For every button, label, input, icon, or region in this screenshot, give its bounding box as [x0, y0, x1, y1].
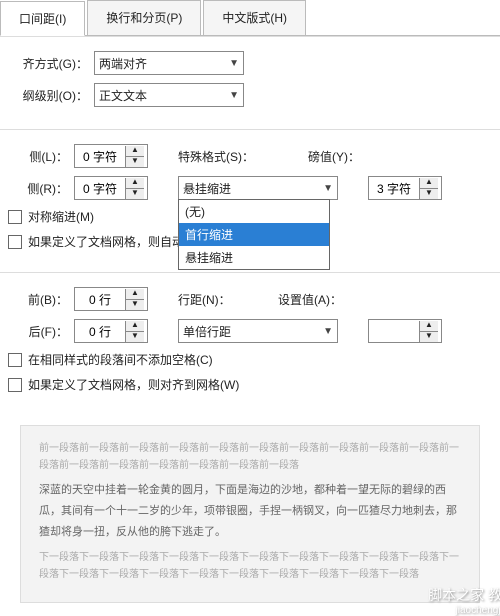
outline-level-value: 正文文本: [99, 87, 147, 104]
at-spinner[interactable]: ▲▼: [368, 319, 442, 343]
indent-left-input[interactable]: [75, 148, 125, 164]
before-spinner[interactable]: ▲▼: [74, 287, 148, 311]
preview-pane: 前一段落前一段落前一段落前一段落前一段落前一段落前一段落前一段落前一段落前一段落…: [20, 425, 480, 603]
tab-asian[interactable]: 中文版式(H): [203, 0, 306, 35]
mirror-checkbox[interactable]: [8, 210, 22, 224]
indent-left-spinner[interactable]: ▲▼: [74, 144, 148, 168]
spin-down-icon[interactable]: ▼: [420, 189, 438, 199]
tab-bar: 口间距(I) 换行和分页(P) 中文版式(H): [0, 0, 500, 36]
special-dropdown-list: (无) 首行缩进 悬挂缩进: [178, 199, 330, 270]
chevron-down-icon: ▼: [323, 183, 333, 194]
indent-left-label: 侧(L)：: [8, 148, 74, 165]
spacing-section: 前(B)： ▲▼ 行距(N)： 设置值(A)： 后(F)： ▲▼ 单倍行距 ▼: [0, 272, 500, 415]
spin-up-icon[interactable]: ▲: [126, 289, 144, 300]
spin-down-icon[interactable]: ▼: [420, 332, 438, 342]
special-value: 悬挂缩进: [183, 180, 231, 197]
after-label: 后(F)：: [8, 323, 74, 340]
special-label: 特殊格式(S)：: [178, 148, 278, 165]
general-section: 齐方式(G)： 两端对齐 ▼ 纲级别(O)： 正文文本 ▼: [0, 36, 500, 129]
before-input[interactable]: [75, 291, 125, 307]
spin-down-icon[interactable]: ▼: [126, 332, 144, 342]
line-spacing-label: 行距(N)：: [178, 291, 248, 308]
chevron-down-icon: ▼: [229, 58, 239, 69]
outline-level-select[interactable]: 正文文本 ▼: [94, 83, 244, 107]
mirror-label: 对称缩进(M): [28, 208, 94, 225]
special-option-none[interactable]: (无): [179, 200, 329, 223]
indent-right-spinner[interactable]: ▲▼: [74, 176, 148, 200]
spin-up-icon[interactable]: ▲: [126, 178, 144, 189]
spin-up-icon[interactable]: ▲: [420, 321, 438, 332]
watermark: 脚本之家 教程网 jiaochengjia.com: [0, 585, 500, 616]
at-label: 设置值(A)：: [278, 291, 358, 308]
preview-body-text: 深蓝的天空中挂着一轮金黄的圆月，下面是海边的沙地，都种着一望无际的碧绿的西瓜，其…: [39, 480, 461, 543]
spin-up-icon[interactable]: ▲: [126, 146, 144, 157]
spin-up-icon[interactable]: ▲: [420, 178, 438, 189]
alignment-label: 齐方式(G)：: [8, 55, 94, 72]
before-label: 前(B)：: [8, 291, 74, 308]
snap-grid-label: 如果定义了文档网格，则对齐到网格(W): [28, 376, 239, 393]
alignment-value: 两端对齐: [99, 55, 147, 72]
spin-down-icon[interactable]: ▼: [126, 300, 144, 310]
indentation-section: 侧(L)： ▲▼ 特殊格式(S)： 磅值(Y)： 侧(R)： ▲▼ 悬挂缩进 ▼: [0, 129, 500, 272]
special-option-first[interactable]: 首行缩进: [179, 223, 329, 246]
chevron-down-icon: ▼: [323, 326, 333, 337]
no-space-label: 在相同样式的段落间不添加空格(C): [28, 351, 213, 368]
snap-grid-checkbox[interactable]: [8, 378, 22, 392]
at-input[interactable]: [369, 323, 419, 339]
special-select[interactable]: 悬挂缩进 ▼: [178, 176, 338, 200]
alignment-select[interactable]: 两端对齐 ▼: [94, 51, 244, 75]
preview-prev-text: 前一段落前一段落前一段落前一段落前一段落前一段落前一段落前一段落前一段落前一段落…: [39, 440, 461, 474]
by-label: 磅值(Y)：: [308, 148, 378, 165]
tab-indent-spacing[interactable]: 口间距(I): [0, 1, 85, 36]
chevron-down-icon: ▼: [229, 90, 239, 101]
line-spacing-value: 单倍行距: [183, 323, 231, 340]
spin-down-icon[interactable]: ▼: [126, 189, 144, 199]
by-input[interactable]: [369, 180, 419, 196]
special-option-hang[interactable]: 悬挂缩进: [179, 246, 329, 269]
indent-right-label: 侧(R)：: [8, 180, 74, 197]
outline-level-label: 纲级别(O)：: [8, 87, 94, 104]
tab-pagination[interactable]: 换行和分页(P): [87, 0, 201, 35]
spin-up-icon[interactable]: ▲: [126, 321, 144, 332]
line-spacing-select[interactable]: 单倍行距 ▼: [178, 319, 338, 343]
no-space-checkbox[interactable]: [8, 353, 22, 367]
after-spinner[interactable]: ▲▼: [74, 319, 148, 343]
preview-next-text: 下一段落下一段落下一段落下一段落下一段落下一段落下一段落下一段落下一段落下一段落…: [39, 549, 461, 583]
watermark-title: 脚本之家 教程网: [0, 585, 500, 605]
auto-adjust-checkbox[interactable]: [8, 235, 22, 249]
after-input[interactable]: [75, 323, 125, 339]
watermark-url: jiaochengjia.com: [0, 605, 500, 616]
spin-down-icon[interactable]: ▼: [126, 157, 144, 167]
indent-right-input[interactable]: [75, 180, 125, 196]
by-spinner[interactable]: ▲▼: [368, 176, 442, 200]
